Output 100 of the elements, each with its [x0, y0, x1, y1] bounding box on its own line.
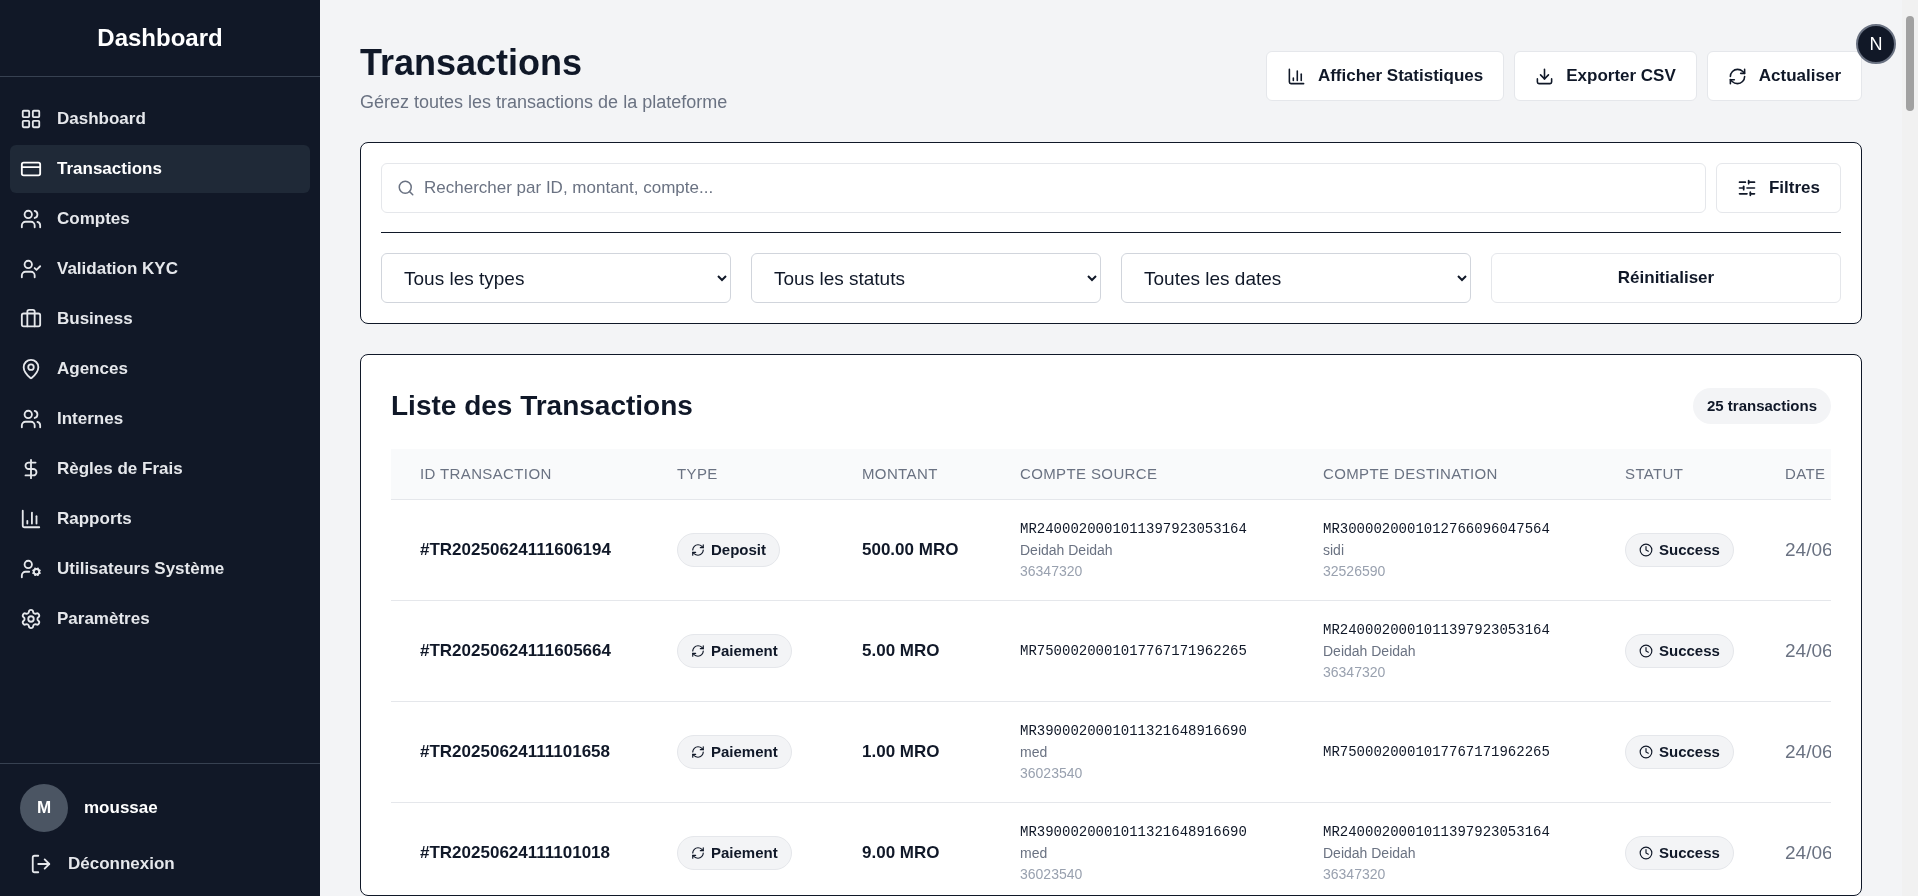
sidebar-item[interactable]: Business: [10, 295, 310, 343]
user-check-icon: [20, 258, 42, 280]
clock-icon: [1639, 543, 1653, 557]
amount: 500.00 MRO: [862, 539, 960, 562]
account-number: MR7500020001017767171962265: [1020, 641, 1248, 661]
sidebar-item[interactable]: Dashboard: [10, 95, 310, 143]
status-badge: Success: [1625, 633, 1734, 669]
column-header: DATE: [1785, 463, 1827, 484]
date-cell-text: 24/06: [1785, 537, 1831, 562]
sliders-icon: [1736, 178, 1757, 198]
clock-icon: [1639, 745, 1653, 759]
reset-button[interactable]: Réinitialiser: [1491, 253, 1841, 303]
date-cell-text: 24/06: [1785, 739, 1831, 764]
bar-chart-icon: [1286, 66, 1306, 86]
account-number: MR3900020001011321648916690: [1020, 721, 1248, 741]
status-badge: Success: [1625, 835, 1734, 871]
account-number: MR7500020001017767171962265: [1323, 742, 1551, 762]
header-button[interactable]: Afficher Statistiques: [1265, 51, 1505, 101]
refresh-icon: [691, 745, 705, 759]
account-number: MR3000020001012766096047564: [1323, 519, 1551, 539]
filter-select[interactable]: Tous les types: [381, 253, 731, 303]
users-icon: [20, 408, 42, 430]
page-subtitle: Gérez toutes les transactions de la plateforme: [360, 91, 728, 114]
refresh-icon: [1727, 66, 1747, 86]
table-title: Liste des Transactions: [391, 389, 693, 423]
account-number: MR2400020001011397923053164: [1020, 519, 1248, 539]
page-title: Transactions: [360, 41, 584, 85]
account-name: med: [1020, 843, 1049, 863]
column-header: TYPE: [677, 463, 719, 484]
transaction-id: #TR20250624111101018: [420, 842, 612, 865]
status-badge: Success: [1625, 734, 1734, 770]
account-name: med: [1020, 742, 1049, 762]
sidebar-title: Dashboard: [97, 23, 223, 53]
type-badge: Paiement: [677, 633, 792, 669]
briefcase-icon: [20, 308, 42, 330]
transaction-id: #TR20250624111101658: [420, 741, 612, 764]
clock-icon: [1639, 644, 1653, 658]
type-badge: Paiement: [677, 734, 792, 770]
sidebar-item[interactable]: Utilisateurs Système: [10, 545, 310, 593]
sidebar-item[interactable]: Paramètres: [10, 595, 310, 643]
sidebar-item[interactable]: Validation KYC: [10, 245, 310, 293]
transaction-id: #TR20250624111606194: [420, 539, 612, 562]
refresh-icon: [691, 644, 705, 658]
count-badge: 25 transactions: [1692, 387, 1831, 425]
logout-button[interactable]: Déconnexion: [20, 846, 300, 882]
column-header: COMPTE DESTINATION: [1323, 463, 1499, 484]
account-phone: 32526590: [1323, 561, 1387, 581]
column-header: MONTANT: [862, 463, 939, 484]
download-icon: [1535, 66, 1555, 86]
account-phone: 36023540: [1020, 864, 1084, 884]
header-button[interactable]: Actualiser: [1706, 51, 1862, 101]
status-badge: Success: [1625, 532, 1734, 568]
account-name: Deidah Deidah: [1020, 540, 1114, 560]
filter-select[interactable]: Tous les statuts: [751, 253, 1101, 303]
account-phone: 36347320: [1020, 561, 1084, 581]
sidebar-item[interactable]: Internes: [10, 395, 310, 443]
transaction-id: #TR20250624111605664: [420, 640, 612, 663]
sidebar-item[interactable]: Transactions: [10, 145, 310, 193]
sidebar-item[interactable]: Rapports: [10, 495, 310, 543]
user-avatar: M: [20, 784, 68, 832]
account-phone: 36347320: [1323, 864, 1387, 884]
amount: 1.00 MRO: [862, 741, 941, 764]
refresh-icon: [691, 846, 705, 860]
column-header: STATUT: [1625, 463, 1685, 484]
account-number: MR2400020001011397923053164: [1323, 822, 1551, 842]
header-button[interactable]: Exporter CSV: [1514, 51, 1697, 101]
sidebar-item[interactable]: Comptes: [10, 195, 310, 243]
user-name: moussae: [84, 797, 158, 820]
account-number: MR3900020001011321648916690: [1020, 822, 1248, 842]
clock-icon: [1639, 846, 1653, 860]
amount: 9.00 MRO: [862, 842, 941, 865]
account-phone: 36347320: [1323, 662, 1387, 682]
type-badge: Paiement: [677, 835, 792, 871]
users-icon: [20, 208, 42, 230]
account-name: sidi: [1323, 540, 1345, 560]
column-header: ID TRANSACTION: [420, 463, 553, 484]
date-cell-text: 24/06: [1785, 840, 1831, 865]
column-header: COMPTE SOURCE: [1020, 463, 1159, 484]
filters-button[interactable]: Filtres: [1715, 163, 1841, 213]
refresh-icon: [691, 543, 705, 557]
search-icon: [397, 179, 415, 197]
settings-icon: [20, 608, 42, 630]
date-cell-text: 24/06: [1785, 638, 1831, 663]
bar-chart-icon: [20, 508, 42, 530]
amount: 5.00 MRO: [862, 640, 941, 663]
type-badge: Deposit: [677, 532, 780, 568]
account-name: Deidah Deidah: [1323, 641, 1417, 661]
map-pin-icon: [20, 358, 42, 380]
sidebar-item[interactable]: Agences: [10, 345, 310, 393]
user-gear-icon: [20, 558, 42, 580]
account-phone: 36023540: [1020, 763, 1084, 783]
account-name: Deidah Deidah: [1323, 843, 1417, 863]
user-badge[interactable]: N: [1856, 24, 1896, 64]
logout-icon: [30, 853, 52, 875]
search-field[interactable]: Rechercher par ID, montant, compte...: [381, 163, 1706, 213]
filter-select[interactable]: Toutes les dates: [1121, 253, 1471, 303]
account-number: MR2400020001011397923053164: [1323, 620, 1551, 640]
sidebar-item[interactable]: Règles de Frais: [10, 445, 310, 493]
grid-icon: [20, 108, 42, 130]
scrollbar[interactable]: [1902, 0, 1918, 896]
